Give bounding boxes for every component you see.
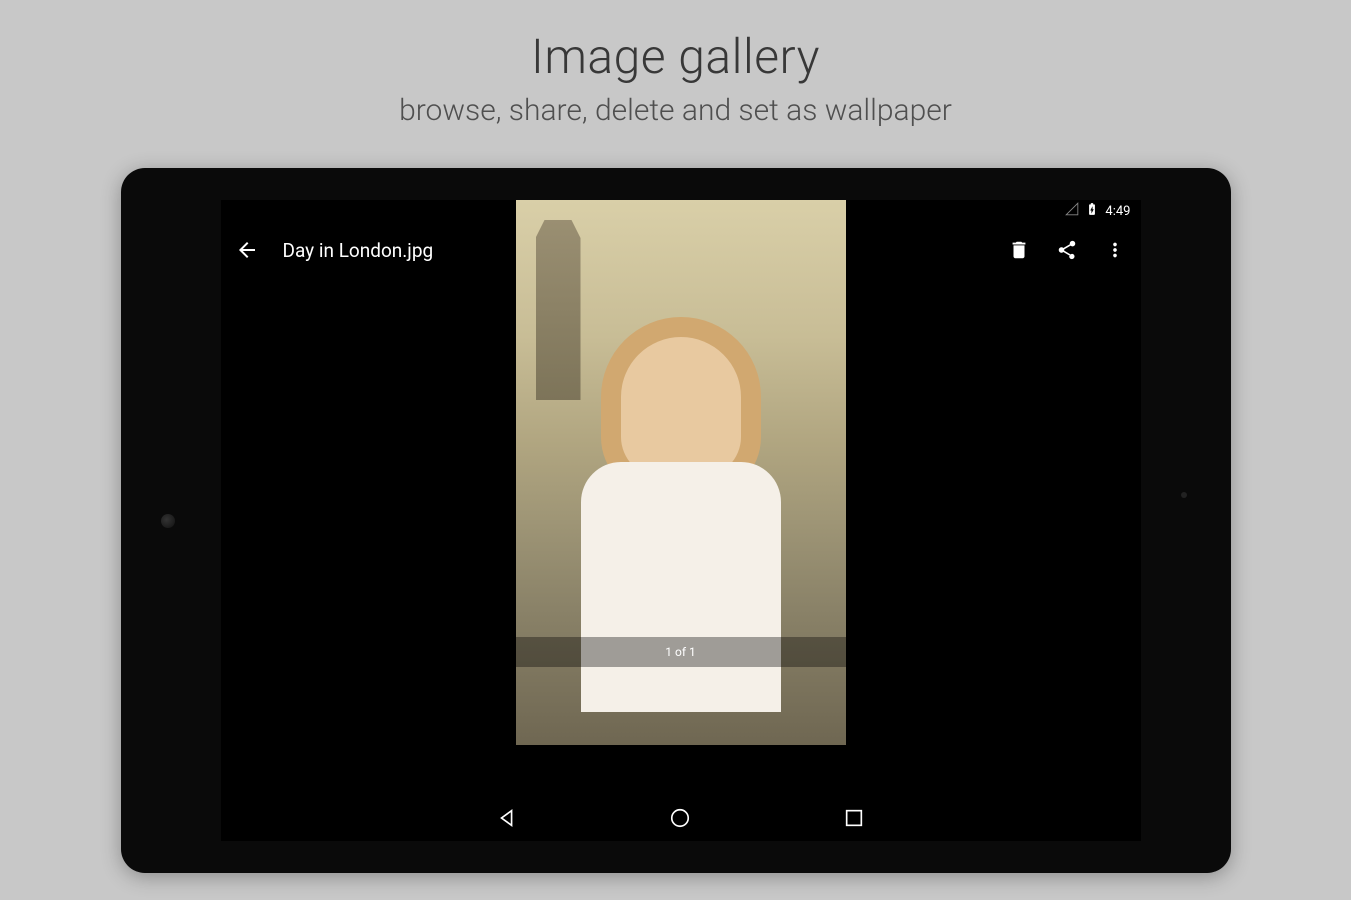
delete-button[interactable] bbox=[1007, 238, 1031, 262]
photo-subject bbox=[581, 462, 781, 712]
signal-empty-icon bbox=[1065, 202, 1079, 220]
photo-container: 1 of 1 bbox=[516, 200, 846, 717]
page-title: Image gallery bbox=[531, 28, 820, 85]
status-time: 4:49 bbox=[1105, 204, 1130, 219]
tablet-power-indicator bbox=[1181, 492, 1187, 498]
back-button[interactable] bbox=[235, 238, 259, 262]
photo-counter: 1 of 1 bbox=[516, 637, 846, 667]
page-subtitle: browse, share, delete and set as wallpap… bbox=[399, 93, 952, 128]
battery-charging-icon bbox=[1085, 202, 1099, 220]
device-screen: 4:49 Day in London.jpg 1 bbox=[221, 200, 1141, 841]
nav-back-button[interactable] bbox=[496, 807, 518, 829]
photo-landmark bbox=[536, 220, 581, 400]
share-button[interactable] bbox=[1055, 238, 1079, 262]
nav-home-button[interactable] bbox=[669, 807, 691, 829]
image-viewer[interactable]: 1 of 1 bbox=[221, 278, 1141, 795]
nav-recent-button[interactable] bbox=[843, 807, 865, 829]
navigation-bar bbox=[221, 795, 1141, 841]
overflow-menu-button[interactable] bbox=[1103, 238, 1127, 262]
tablet-frame: 4:49 Day in London.jpg 1 bbox=[121, 168, 1231, 873]
tablet-camera bbox=[161, 514, 175, 528]
